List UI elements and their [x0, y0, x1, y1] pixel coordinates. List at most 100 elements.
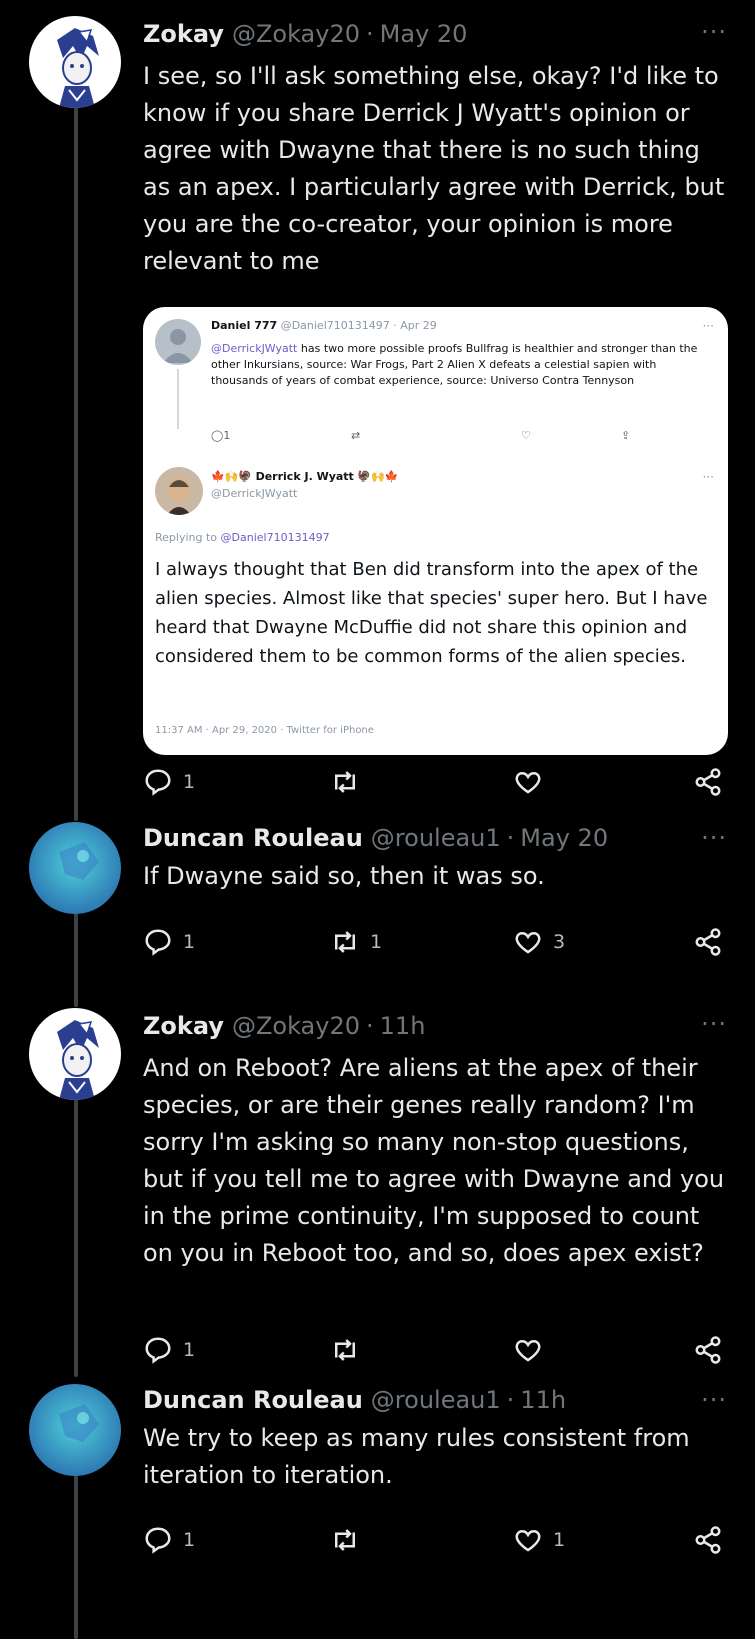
share-icon	[695, 928, 721, 956]
quote-retweet-icon: ⇄	[351, 429, 361, 442]
share-icon	[695, 1336, 721, 1364]
quote-share-icon: ⇪	[621, 429, 631, 442]
zokay-avatar-image	[29, 16, 121, 108]
share-icon	[695, 768, 721, 796]
author-handle[interactable]: @Zokay20	[232, 1012, 360, 1040]
quote-body: I always thought that Ben did transform …	[155, 559, 708, 667]
duncan-avatar-image	[29, 822, 121, 914]
default-avatar-icon	[155, 319, 201, 365]
tweet-actions: 1	[143, 762, 733, 802]
replying-label: Replying to	[155, 531, 218, 544]
reply-button[interactable]: 1	[143, 922, 195, 962]
share-button[interactable]	[693, 1520, 723, 1560]
reply-icon	[145, 769, 171, 796]
tweet-time[interactable]: 11h	[520, 1386, 566, 1414]
replying-mention: @Daniel710131497	[220, 531, 330, 544]
quote-like-icon: ♡	[521, 429, 531, 442]
quote-author-handle: @Daniel710131497	[280, 319, 390, 332]
separator-dot: ·	[366, 20, 374, 48]
like-count: 3	[553, 931, 566, 953]
retweet-icon	[335, 771, 355, 793]
tweet[interactable]: Duncan Rouleau @rouleau1 · 11h ··· We tr…	[0, 1384, 755, 1624]
retweet-button[interactable]	[330, 1520, 370, 1560]
more-options-icon[interactable]: ···	[701, 1010, 727, 1038]
quote-author-name: Derrick J. Wyatt	[255, 470, 354, 483]
retweet-icon	[335, 1529, 355, 1551]
like-button[interactable]: 3	[513, 922, 565, 962]
reply-icon	[145, 1337, 171, 1364]
retweet-count: 1	[370, 931, 383, 953]
heart-icon	[515, 1339, 541, 1362]
reply-count: 1	[183, 771, 196, 793]
tweet[interactable]: Duncan Rouleau @rouleau1 · May 20 ··· If…	[0, 822, 755, 1002]
separator-dot: ·	[393, 319, 397, 332]
tweet[interactable]: Zokay @Zokay20 · 11h ··· And on Reboot? …	[0, 1008, 755, 1378]
author-handle[interactable]: @Zokay20	[232, 20, 360, 48]
like-button[interactable]	[513, 762, 553, 802]
share-icon	[695, 1526, 721, 1554]
author-name[interactable]: Duncan Rouleau	[143, 824, 363, 852]
retweet-icon	[335, 931, 355, 953]
tweet-time[interactable]: May 20	[380, 20, 468, 48]
replying-to: Replying to @Daniel710131497	[155, 531, 330, 544]
retweet-icon	[335, 1339, 355, 1361]
share-button[interactable]	[693, 1330, 723, 1370]
quote-more-icon: ···	[702, 319, 714, 333]
like-button[interactable]	[513, 1330, 553, 1370]
emoji-decoration: 🦃🙌🍁	[357, 470, 399, 483]
tweet-text: And on Reboot? Are aliens at the apex of…	[143, 1054, 725, 1267]
quote-author-name: Daniel 777	[211, 319, 278, 332]
quote-thread-line	[177, 369, 179, 429]
share-button[interactable]	[693, 762, 723, 802]
quote-mention: @DerrickJWyatt	[211, 342, 298, 355]
author-name[interactable]: Zokay	[143, 20, 224, 48]
avatar[interactable]	[29, 1008, 121, 1100]
quote-author-handle: @DerrickJWyatt	[211, 487, 298, 500]
reply-icon	[145, 929, 171, 956]
reply-count: 1	[183, 1339, 196, 1361]
separator-dot: ·	[366, 1012, 374, 1040]
reply-button[interactable]: 1	[143, 1520, 195, 1560]
reply-button[interactable]: 1	[143, 1330, 195, 1370]
tweet-time[interactable]: May 20	[520, 824, 608, 852]
author-handle[interactable]: @rouleau1	[371, 824, 501, 852]
more-options-icon[interactable]: ···	[701, 18, 727, 46]
quote-reply-icon: ◯ 1	[211, 429, 231, 442]
duncan-avatar-image	[29, 1384, 121, 1476]
like-button[interactable]: 1	[513, 1520, 565, 1560]
share-button[interactable]	[693, 922, 723, 962]
author-name[interactable]: Duncan Rouleau	[143, 1386, 363, 1414]
avatar[interactable]	[29, 1384, 121, 1476]
tweet-actions: 1	[143, 1330, 733, 1370]
quote-footer: 11:37 AM · Apr 29, 2020 · Twitter for iP…	[155, 725, 374, 736]
retweet-button[interactable]: 1	[330, 922, 382, 962]
quoted-screenshot: Daniel 777 @Daniel710131497 · Apr 29 ···…	[143, 307, 728, 755]
quote-actions: ◯ 1 ⇄ ♡ ⇪	[211, 429, 631, 449]
author-name[interactable]: Zokay	[143, 1012, 224, 1040]
heart-icon	[515, 771, 541, 794]
reply-count: 1	[183, 1529, 196, 1551]
retweet-button[interactable]	[330, 1330, 370, 1370]
avatar[interactable]	[29, 16, 121, 108]
more-options-icon[interactable]: ···	[701, 824, 727, 852]
zokay-avatar-image	[29, 1008, 121, 1100]
reply-icon	[145, 1527, 171, 1554]
avatar[interactable]	[29, 822, 121, 914]
quote-time: Apr 29	[400, 319, 437, 332]
heart-icon	[515, 931, 541, 954]
reply-button[interactable]: 1	[143, 762, 195, 802]
derrick-avatar	[155, 467, 203, 515]
emoji-decoration: 🍁🙌🦃	[211, 470, 253, 483]
tweet-text: We try to keep as many rules consistent …	[143, 1424, 690, 1489]
retweet-button[interactable]	[330, 762, 370, 802]
quote-text: @DerrickJWyatt has two more possible pro…	[211, 341, 711, 389]
author-handle[interactable]: @rouleau1	[371, 1386, 501, 1414]
tweet-actions: 1 1	[143, 1520, 733, 1560]
tweet-text: I see, so I'll ask something else, okay?…	[143, 62, 725, 275]
tweet[interactable]: Zokay @Zokay20 · May 20 ··· I see, so I'…	[0, 16, 755, 816]
more-options-icon[interactable]: ···	[701, 1386, 727, 1414]
tweet-time[interactable]: 11h	[380, 1012, 426, 1040]
heart-icon	[515, 1529, 541, 1552]
reply-count: 1	[183, 931, 196, 953]
like-count: 1	[553, 1529, 566, 1551]
